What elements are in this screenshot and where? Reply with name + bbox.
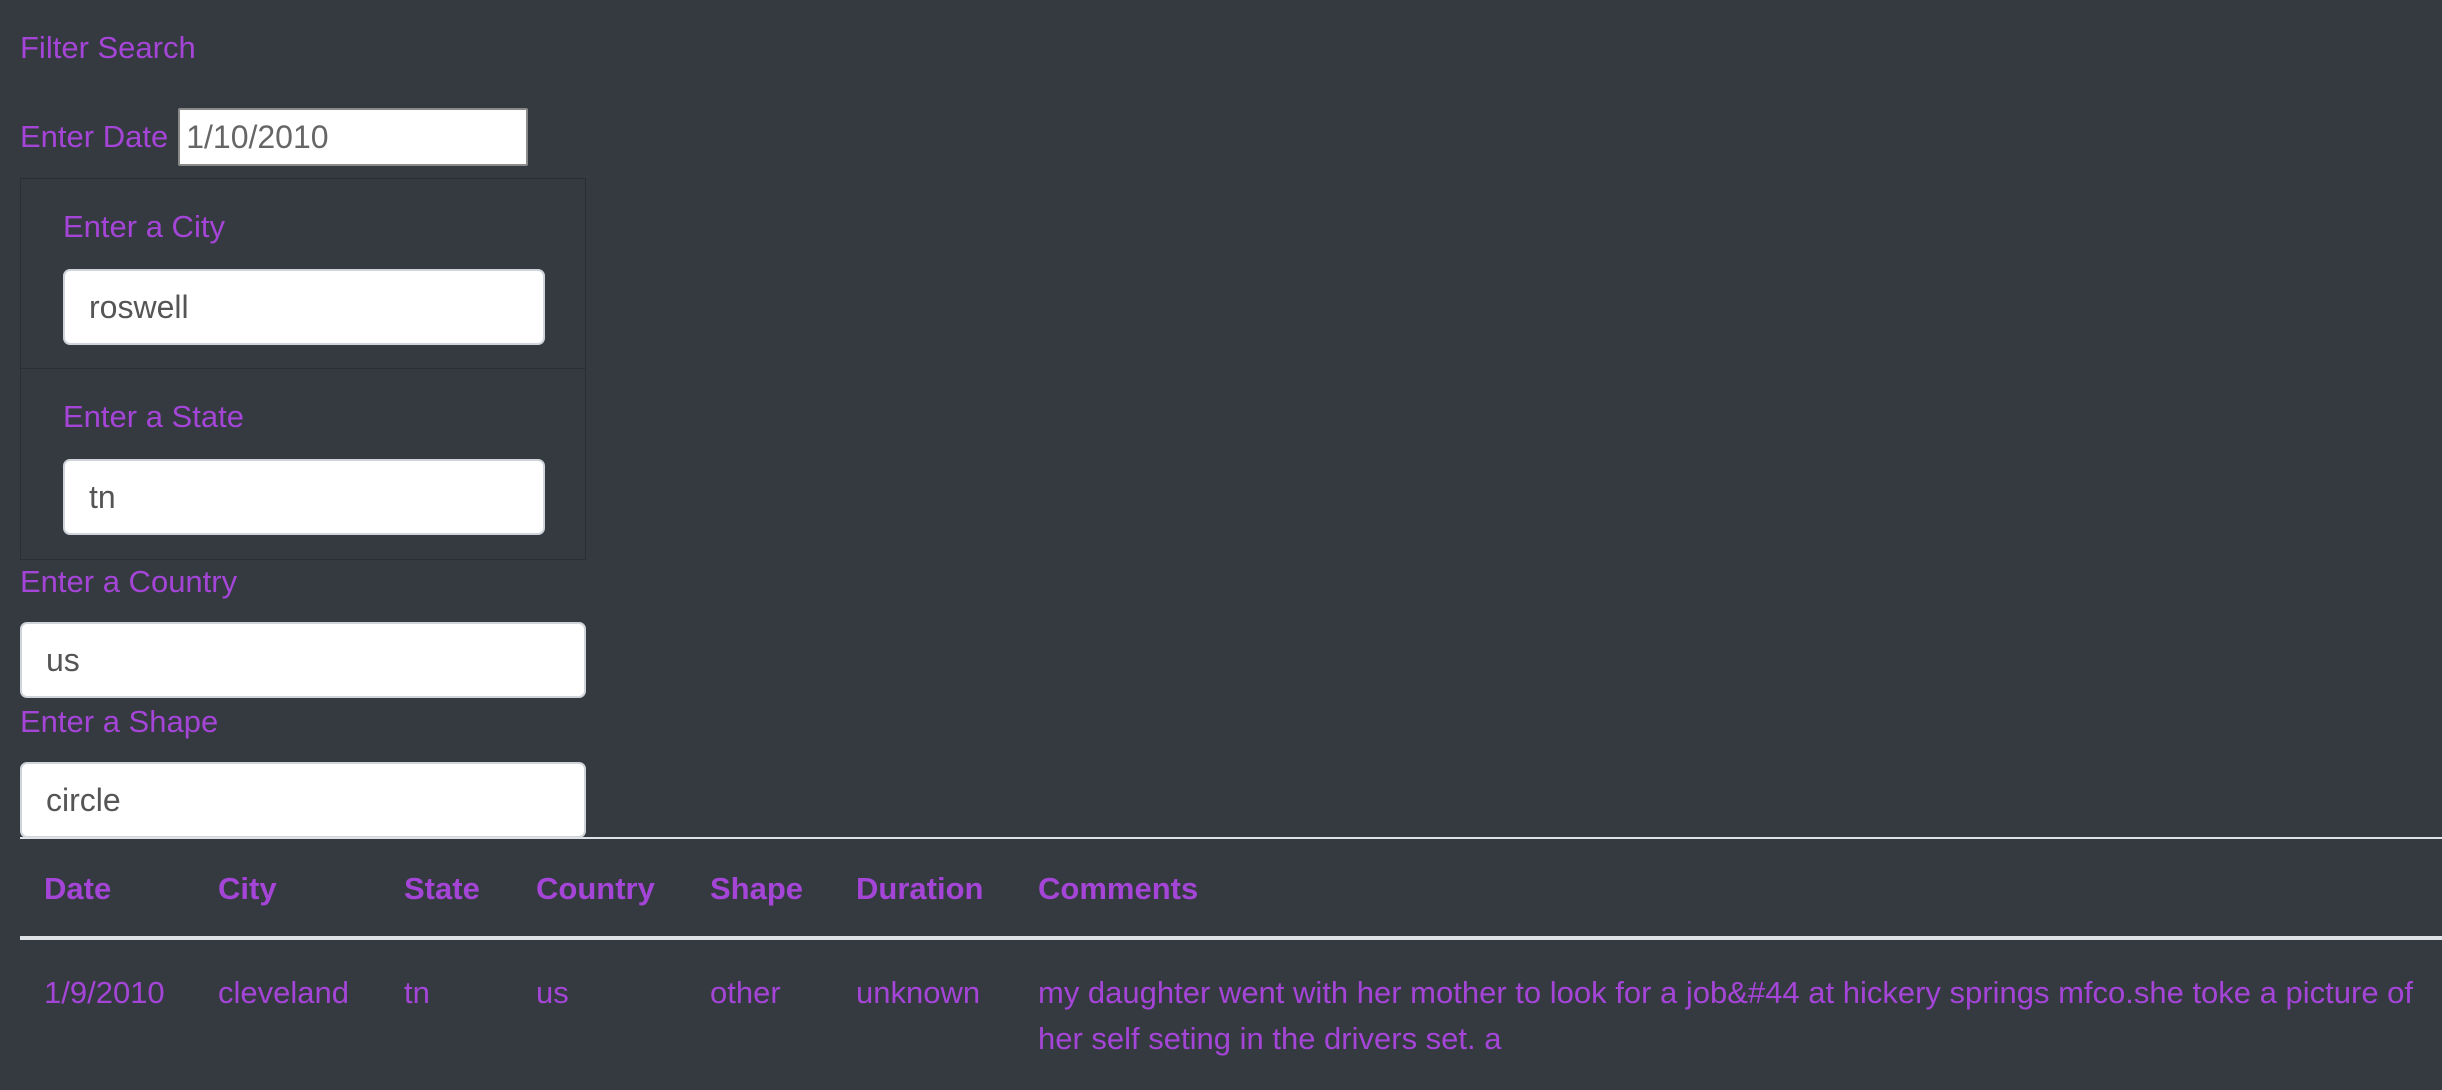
city-filter: Enter a City [21,179,585,369]
cell-date: 1/9/2010 [44,975,165,1010]
country-input[interactable] [20,622,586,698]
shape-label: Enter a Shape [20,704,219,739]
ufo-table: Date City State Country Shape Duration C… [20,837,2442,1062]
city-state-group: Enter a City Enter a State [20,178,586,560]
shape-input[interactable] [20,762,586,838]
column-header-date: Date [44,870,112,906]
date-input[interactable] [178,108,529,166]
cell-state: tn [404,975,430,1010]
column-header-comments: Comments [1038,870,1199,906]
cell-shape: other [710,975,781,1010]
country-label: Enter a Country [20,564,238,599]
cell-city: cleveland [218,975,349,1010]
column-header-city: City [218,870,277,906]
column-header-state: State [404,870,480,906]
cell-comments: my daughter went with her mother to look… [1038,975,2414,1056]
ufo-table-container: Date City State Country Shape Duration C… [20,837,2442,1090]
state-input[interactable] [63,459,545,535]
cell-duration: unknown [856,975,981,1010]
table-row: 1/9/2010 cleveland tn us other unknown m… [20,938,2442,1062]
city-label: Enter a City [63,209,225,244]
cell-country: us [536,975,569,1010]
table-header-row: Date City State Country Shape Duration C… [20,838,2442,938]
date-label: Enter Date [20,119,169,154]
column-header-duration: Duration [856,870,984,906]
state-label: Enter a State [63,399,244,434]
state-filter: Enter a State [21,369,585,559]
city-input[interactable] [63,269,545,345]
filter-search-title: Filter Search [20,30,196,65]
date-filter-row: Enter Date [20,108,529,166]
column-header-country: Country [536,870,655,906]
page: Filter Search Enter Date Enter a City En… [0,0,2442,1090]
column-header-shape: Shape [710,870,804,906]
